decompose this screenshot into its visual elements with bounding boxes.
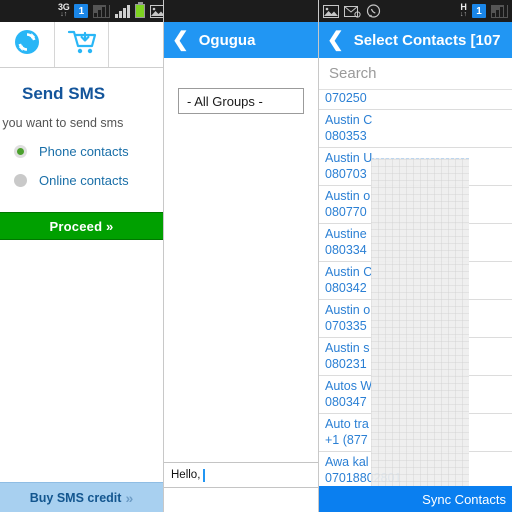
mid-appbar-title: Ogugua: [198, 31, 256, 49]
image-icon: [323, 3, 339, 19]
radio-online-contacts-label: Online contacts: [39, 173, 129, 188]
radio-option-online-contacts[interactable]: Online contacts: [0, 159, 163, 188]
left-panel-send-sms: 3G ↓↑ 1 Send SMS o you want to send sms …: [0, 0, 163, 512]
signal-bars-boxed-icon: [93, 3, 111, 19]
buy-sms-credit-label: Buy SMS credit: [29, 490, 122, 505]
list-item[interactable]: 070250: [319, 90, 512, 110]
radio-phone-contacts-icon[interactable]: [14, 145, 27, 158]
message-input[interactable]: Hello,: [164, 462, 318, 488]
contact-phone: 080353: [325, 129, 367, 143]
network-type-3g-icon: 3G ↓↑: [58, 3, 70, 19]
network-arrows: ↓↑: [60, 11, 68, 18]
image-icon: [150, 3, 163, 19]
group-select-dropdown[interactable]: - All Groups -: [178, 88, 304, 114]
contacts-list[interactable]: 070250 Austin C 080353 Austin U 080703 A…: [319, 90, 512, 486]
radio-option-phone-contacts[interactable]: Phone contacts: [0, 130, 163, 159]
status-bar-left: 3G ↓↑ 1: [0, 0, 163, 22]
radio-phone-contacts-label: Phone contacts: [39, 144, 129, 159]
page-title: Send SMS: [22, 84, 106, 103]
signal-bars-boxed-icon: [491, 3, 508, 19]
message-input-value: Hello,: [171, 469, 201, 481]
send-sms-question: o you want to send sms: [0, 116, 124, 130]
buy-sms-credit-bar[interactable]: Buy SMS credit »: [0, 482, 163, 512]
toolbar-extra-slot[interactable]: [109, 22, 163, 67]
back-chevron-icon[interactable]: ❮: [327, 30, 344, 50]
network-type-h-icon: H ↓↑: [460, 3, 467, 19]
right-appbar: ❮ Select Contacts [107: [319, 22, 512, 58]
right-appbar-title: Select Contacts [107: [353, 31, 501, 49]
loading-overlay-panel: [371, 158, 469, 486]
whatsapp-icon: [366, 3, 381, 19]
notification-badge-icon: 1: [472, 3, 486, 19]
right-panel-select-contacts: H ↓↑ 1 ❮ Select Contacts [107 Search 070…: [318, 0, 512, 512]
phone-screenshot: 3G ↓↑ 1 Send SMS o you want to send sms …: [0, 0, 512, 512]
contact-phone: 070250: [325, 91, 367, 105]
refresh-button[interactable]: [0, 22, 55, 67]
network-arrows: ↓↑: [460, 11, 467, 18]
app-toolbar: [0, 22, 163, 68]
list-item[interactable]: Austin C 080353: [319, 110, 512, 148]
sync-contacts-button[interactable]: Sync Contacts: [319, 486, 512, 512]
text-cursor: [203, 468, 206, 482]
mid-panel-compose: ❮ Ogugua - All Groups - Hello,: [163, 0, 318, 512]
mail-icon: [344, 3, 361, 19]
contact-name: Austin C: [325, 113, 373, 127]
back-chevron-icon[interactable]: ❮: [172, 30, 189, 50]
buy-credit-cart-button[interactable]: [55, 22, 110, 67]
notification-badge-icon: 1: [74, 3, 89, 19]
battery-icon: [135, 2, 146, 19]
proceed-button[interactable]: Proceed »: [0, 212, 163, 240]
chevron-right-icon: »: [125, 489, 134, 506]
status-bar-mid: [164, 0, 318, 22]
radio-online-contacts-icon[interactable]: [14, 174, 27, 187]
mid-appbar: ❮ Ogugua: [164, 22, 318, 58]
sync-refresh-icon: [13, 28, 41, 61]
shopping-cart-icon: [66, 28, 98, 61]
search-input[interactable]: Search: [319, 58, 512, 90]
status-bar-right: H ↓↑ 1: [319, 0, 512, 22]
signal-bars-icon: [115, 3, 131, 19]
